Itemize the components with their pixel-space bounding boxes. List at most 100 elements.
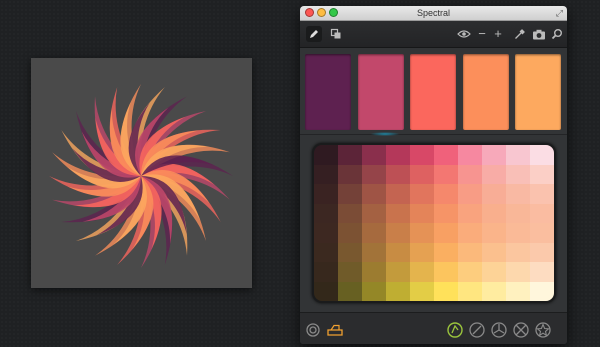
color-cell[interactable] bbox=[338, 242, 363, 263]
color-cell[interactable] bbox=[362, 164, 387, 185]
color-grid[interactable] bbox=[314, 145, 554, 301]
title-bar[interactable]: Spectral ⤢ bbox=[300, 6, 567, 21]
color-cell[interactable] bbox=[506, 223, 531, 243]
color-cell[interactable] bbox=[458, 262, 483, 282]
divider-handle[interactable] bbox=[370, 132, 400, 136]
color-cell[interactable] bbox=[338, 145, 363, 165]
color-cell[interactable] bbox=[314, 164, 339, 185]
color-cell[interactable] bbox=[482, 145, 507, 165]
plus-icon[interactable]: + bbox=[490, 26, 506, 42]
color-cell[interactable] bbox=[386, 262, 411, 282]
color-cell[interactable] bbox=[530, 262, 554, 282]
color-cell[interactable] bbox=[434, 223, 459, 243]
color-cell[interactable] bbox=[338, 223, 363, 243]
color-cell[interactable] bbox=[434, 262, 459, 282]
palette-swatch[interactable] bbox=[410, 54, 456, 130]
color-cell[interactable] bbox=[386, 145, 411, 165]
harmony-square-icon[interactable] bbox=[512, 321, 530, 339]
minus-icon[interactable]: − bbox=[474, 26, 490, 42]
color-cell[interactable] bbox=[530, 281, 554, 301]
color-wheel-icon[interactable] bbox=[304, 321, 322, 339]
color-cell[interactable] bbox=[458, 281, 483, 301]
color-cell[interactable] bbox=[482, 281, 507, 301]
color-cell[interactable] bbox=[386, 281, 411, 301]
color-cell[interactable] bbox=[530, 223, 554, 243]
color-cell[interactable] bbox=[482, 184, 507, 204]
color-cell[interactable] bbox=[410, 223, 435, 243]
color-cell[interactable] bbox=[362, 223, 387, 243]
search-icon[interactable] bbox=[549, 26, 565, 42]
color-cell[interactable] bbox=[434, 203, 459, 224]
palette-swatch[interactable] bbox=[515, 54, 561, 130]
camera-icon[interactable] bbox=[531, 26, 547, 42]
palette-swatch[interactable] bbox=[462, 54, 509, 130]
color-cell[interactable] bbox=[410, 164, 435, 185]
color-cell[interactable] bbox=[434, 145, 459, 165]
color-cell[interactable] bbox=[506, 242, 531, 263]
color-cell[interactable] bbox=[314, 145, 339, 165]
harmony-line-icon[interactable] bbox=[468, 321, 486, 339]
palette-swatch[interactable] bbox=[305, 54, 351, 130]
color-cell[interactable] bbox=[458, 203, 483, 224]
color-cell[interactable] bbox=[362, 184, 387, 204]
color-cell[interactable] bbox=[386, 242, 411, 263]
layers-icon[interactable] bbox=[328, 26, 344, 42]
color-cell[interactable] bbox=[506, 164, 531, 185]
color-cell[interactable] bbox=[314, 242, 339, 263]
harmony-triad-icon[interactable] bbox=[490, 321, 508, 339]
color-cell[interactable] bbox=[530, 145, 554, 165]
color-cell[interactable] bbox=[338, 262, 363, 282]
color-cell[interactable] bbox=[314, 223, 339, 243]
color-cell[interactable] bbox=[458, 184, 483, 204]
color-cell[interactable] bbox=[506, 145, 531, 165]
color-cell[interactable] bbox=[434, 184, 459, 204]
color-cell[interactable] bbox=[482, 164, 507, 185]
color-cell[interactable] bbox=[338, 184, 363, 204]
color-cell[interactable] bbox=[410, 203, 435, 224]
color-cell[interactable] bbox=[410, 242, 435, 263]
color-cell[interactable] bbox=[506, 203, 531, 224]
color-cell[interactable] bbox=[458, 145, 483, 165]
color-cell[interactable] bbox=[458, 164, 483, 185]
color-cell[interactable] bbox=[482, 262, 507, 282]
color-cell[interactable] bbox=[506, 262, 531, 282]
harmony-analogous-icon[interactable] bbox=[446, 321, 464, 339]
color-cell[interactable] bbox=[458, 242, 483, 263]
color-cell[interactable] bbox=[386, 223, 411, 243]
color-cell[interactable] bbox=[410, 281, 435, 301]
color-cell[interactable] bbox=[410, 262, 435, 282]
color-cell[interactable] bbox=[314, 203, 339, 224]
palette-tray-icon[interactable] bbox=[326, 321, 344, 339]
color-cell[interactable] bbox=[362, 203, 387, 224]
color-cell[interactable] bbox=[314, 262, 339, 282]
color-cell[interactable] bbox=[386, 184, 411, 204]
palette-swatch[interactable] bbox=[357, 54, 404, 130]
color-cell[interactable] bbox=[410, 145, 435, 165]
color-cell[interactable] bbox=[362, 281, 387, 301]
color-cell[interactable] bbox=[482, 242, 507, 263]
color-cell[interactable] bbox=[434, 281, 459, 301]
color-cell[interactable] bbox=[362, 242, 387, 263]
color-cell[interactable] bbox=[338, 203, 363, 224]
color-cell[interactable] bbox=[386, 164, 411, 185]
color-cell[interactable] bbox=[314, 184, 339, 204]
fullscreen-icon[interactable]: ⤢ bbox=[556, 8, 563, 18]
color-cell[interactable] bbox=[530, 164, 554, 185]
color-cell[interactable] bbox=[506, 184, 531, 204]
color-cell[interactable] bbox=[410, 184, 435, 204]
color-cell[interactable] bbox=[506, 281, 531, 301]
color-cell[interactable] bbox=[482, 203, 507, 224]
color-cell[interactable] bbox=[530, 242, 554, 263]
eye-icon[interactable] bbox=[456, 26, 472, 42]
color-cell[interactable] bbox=[338, 164, 363, 185]
color-cell[interactable] bbox=[362, 145, 387, 165]
harmony-star-icon[interactable] bbox=[534, 321, 552, 339]
color-cell[interactable] bbox=[530, 184, 554, 204]
color-cell[interactable] bbox=[314, 281, 339, 301]
color-cell[interactable] bbox=[386, 203, 411, 224]
color-cell[interactable] bbox=[338, 281, 363, 301]
color-cell[interactable] bbox=[434, 164, 459, 185]
color-cell[interactable] bbox=[362, 262, 387, 282]
color-cell[interactable] bbox=[530, 203, 554, 224]
pencil-icon[interactable] bbox=[306, 26, 322, 42]
